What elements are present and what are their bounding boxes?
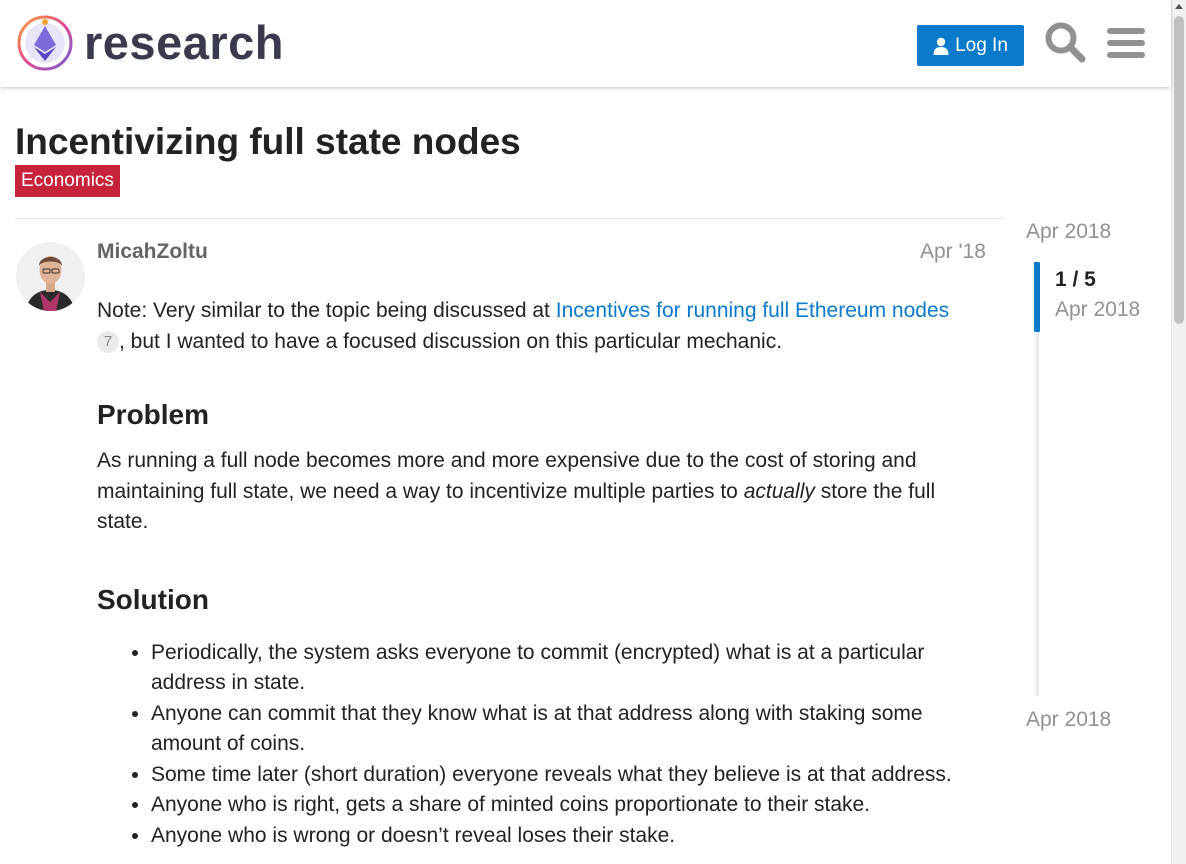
login-label: Log In: [955, 34, 1008, 56]
user-icon: [933, 37, 949, 55]
problem-emphasis: actually: [743, 479, 815, 503]
list-item: Some time later (short duration) everyon…: [151, 760, 990, 791]
login-button[interactable]: Log In: [917, 25, 1024, 66]
list-item: Periodically, the system asks everyone t…: [151, 638, 990, 699]
problem-paragraph: As running a full node becomes more and …: [97, 446, 990, 538]
timeline-position: 1 / 5: [1055, 268, 1096, 291]
intro-suffix: , but I wanted to have a focused discuss…: [119, 329, 783, 353]
solution-list: Periodically, the system asks everyone t…: [97, 638, 990, 852]
logo-icon[interactable]: [16, 14, 74, 72]
scroll-up-arrow-icon[interactable]: [1175, 4, 1183, 9]
post-date[interactable]: Apr '18: [920, 240, 986, 264]
scrollbar-thumb[interactable]: [1174, 16, 1184, 324]
problem-heading: Problem: [97, 399, 210, 430]
site-name[interactable]: research: [84, 14, 284, 72]
timeline-handle[interactable]: [1034, 262, 1040, 332]
topic-title[interactable]: Incentivizing full state nodes: [15, 120, 521, 164]
search-icon[interactable]: [1044, 21, 1086, 63]
post-username[interactable]: MicahZoltu: [97, 240, 208, 264]
avatar[interactable]: [16, 242, 85, 311]
page-scrollbar[interactable]: [1171, 0, 1186, 864]
list-item: Anyone who is wrong or doesn’t reveal lo…: [151, 821, 990, 852]
timeline-position-date: Apr 2018: [1055, 298, 1141, 321]
timeline-start-date[interactable]: Apr 2018: [1026, 220, 1111, 244]
site-header: research Log In: [0, 0, 1171, 87]
post-divider: [15, 218, 1004, 219]
avatar-image: [16, 242, 85, 311]
list-item: Anyone who is right, gets a share of min…: [151, 790, 990, 821]
solution-heading: Solution: [97, 583, 209, 615]
list-item: Anyone can commit that they know what is…: [151, 699, 990, 760]
intro-paragraph: Note: Very similar to the topic being di…: [97, 296, 990, 357]
hamburger-menu-icon[interactable]: [1107, 25, 1145, 61]
category-badge[interactable]: Economics: [15, 165, 120, 197]
timeline-end-date[interactable]: Apr 2018: [1026, 708, 1111, 732]
related-topic-link[interactable]: Incentives for running full Ethereum nod…: [556, 299, 949, 322]
intro-prefix: Note: Very similar to the topic being di…: [97, 299, 556, 322]
post-body: Note: Very similar to the topic being di…: [97, 296, 990, 851]
link-click-count: 7: [97, 330, 119, 353]
